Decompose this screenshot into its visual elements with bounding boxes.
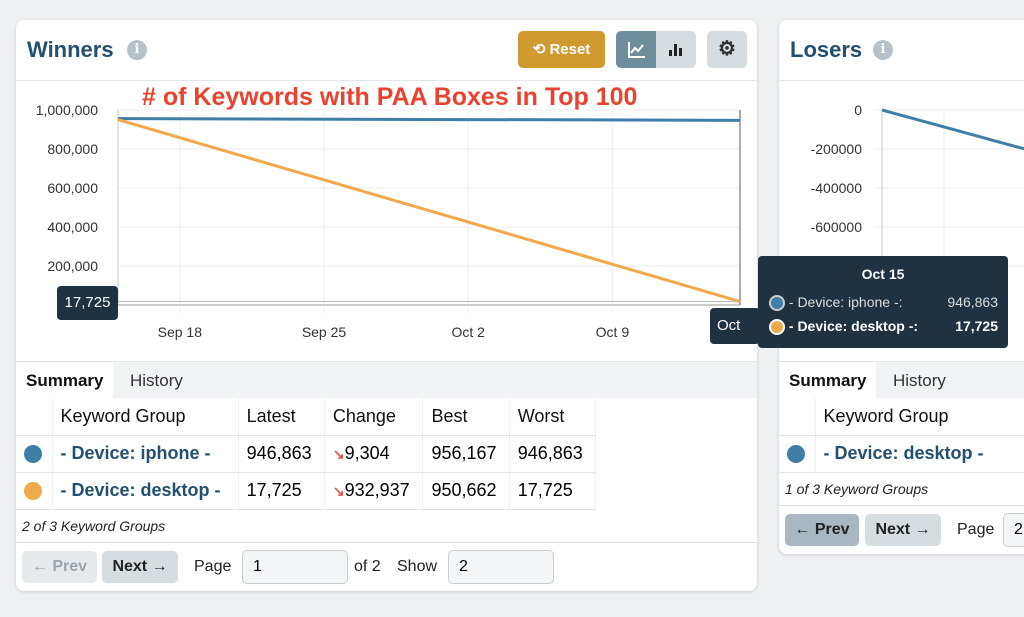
y-tick-label: -600000 [811,219,863,235]
series-color-dot[interactable] [24,445,42,464]
y-tick-label: 800,000 [47,141,98,157]
tab-history[interactable]: History [883,362,956,399]
panel-title: Losers [790,37,863,62]
reset-button[interactable]: ⟲ Reset [518,31,605,68]
series-color-dot[interactable] [787,445,805,464]
x-axis-tooltip: Oct 15 [710,308,760,344]
show-label: Show [397,558,438,575]
keyword-group-link[interactable]: - Device: desktop - [815,435,1024,473]
y-tick-label: 200,000 [47,258,98,274]
trend-down-icon: ↘ [332,483,345,499]
y-tick-label: -200000 [811,141,863,157]
best-value: 950,662 [422,472,510,510]
losers-header: Losers i [779,20,1024,81]
y-tick-label: 0 [854,102,862,118]
prev-button[interactable]: ← Prev [22,551,97,583]
y-tick-label: -400000 [811,180,863,196]
next-button[interactable]: Next → [865,514,941,546]
col-best[interactable]: Best [422,398,510,436]
y-tick-label: 600,000 [47,180,98,196]
x-tick-label: Sep 18 [158,324,203,340]
tooltip-title: Oct 15 [861,266,905,282]
y-tick-label: 1,000,000 [36,102,98,118]
tooltip-item: - Device: desktop -: 17,725 [769,318,998,336]
col-keyword-group[interactable]: Keyword Group [815,398,1024,436]
tab-summary[interactable]: Summary [779,362,877,399]
settings-button[interactable]: ⚙ [707,31,747,68]
gear-icon: ⚙ [718,38,736,60]
best-value: 956,167 [422,435,510,473]
x-tick-label: Sep 25 [302,324,347,340]
undo-icon: ⟲ [532,41,550,58]
table-header: Keyword Group La [779,398,1024,436]
latest-value: 17,725 [238,472,325,510]
page-label: Page [957,521,995,538]
group-count: 1 of 3 Keyword Groups [785,481,929,497]
x-tick-label: Oct 2 [451,324,485,340]
chart-title: # of Keywords with PAA Boxes in Top 100 [142,83,637,111]
bar-chart-icon [669,44,682,56]
col-worst[interactable]: Worst [509,398,597,436]
table-row: - Device: iphone - 946,863 ↘9,304 956,16… [16,435,597,473]
page-input[interactable]: 2 [1003,513,1024,547]
group-count: 2 of 3 Keyword Groups [22,518,166,534]
x-tick-label: Oct 9 [596,324,630,340]
worst-value: 946,863 [509,435,597,473]
col-latest[interactable]: Latest [238,398,325,436]
series-line [881,108,1024,151]
series-line [117,117,741,122]
keyword-group-link[interactable]: - Device: desktop - [52,472,239,510]
y-tick-label: 400,000 [47,219,98,235]
bar-chart-toggle[interactable] [656,31,696,68]
prev-button[interactable]: ← Prev [785,514,859,546]
col-keyword-group[interactable]: Keyword Group [52,398,239,436]
panel-title: Winners [27,37,114,62]
trend-down-icon: ↘ [332,446,345,462]
winners-panel: Winners i ⟲ Reset ⚙ # of Keywords with P… [16,20,757,591]
page-total: of 2 [354,558,381,575]
change-value: ↘932,937 [324,472,424,510]
latest-value: 946,863 [238,435,325,473]
series-line [117,118,741,303]
losers-tabs: Summary History [779,361,1024,399]
info-icon[interactable]: i [127,40,147,60]
keyword-group-link[interactable]: - Device: iphone - [52,435,239,473]
winners-tabs: Summary History [16,361,757,399]
tab-history[interactable]: History [120,362,193,399]
table-header: Keyword Group Latest Change Best Worst [16,398,597,436]
table-row: - Device: desktop - 17,725 ↘932,937 950,… [16,472,597,510]
y-axis-tooltip: 17,725 [57,286,118,320]
winners-chart: # of Keywords with PAA Boxes in Top 100 1… [36,83,741,340]
info-icon[interactable]: i [873,40,893,60]
series-color-dot[interactable] [24,482,42,501]
chart-tooltip: Oct 15 - Device: iphone -: 946,863 - Devi… [758,256,1008,348]
tab-summary[interactable]: Summary [16,362,114,399]
tooltip-item: - Device: iphone -: 946,863 [769,294,998,312]
line-chart-toggle[interactable] [616,31,656,68]
line-chart-icon [628,42,645,58]
winners-header: Winners i ⟲ Reset ⚙ [16,20,757,81]
col-change[interactable]: Change [324,398,424,436]
next-button[interactable]: Next → [102,551,178,583]
winners-table: Keyword Group Latest Change Best Worst -… [16,398,597,510]
page-label: Page [194,558,232,575]
table-row: - Device: desktop - 17 [779,435,1024,473]
worst-value: 17,725 [509,472,597,510]
show-input[interactable]: 2 [448,550,554,584]
losers-table: Keyword Group La - Device: desktop - 17 [779,398,1024,473]
page-input[interactable]: 1 [242,550,348,584]
change-value: ↘9,304 [324,435,424,473]
